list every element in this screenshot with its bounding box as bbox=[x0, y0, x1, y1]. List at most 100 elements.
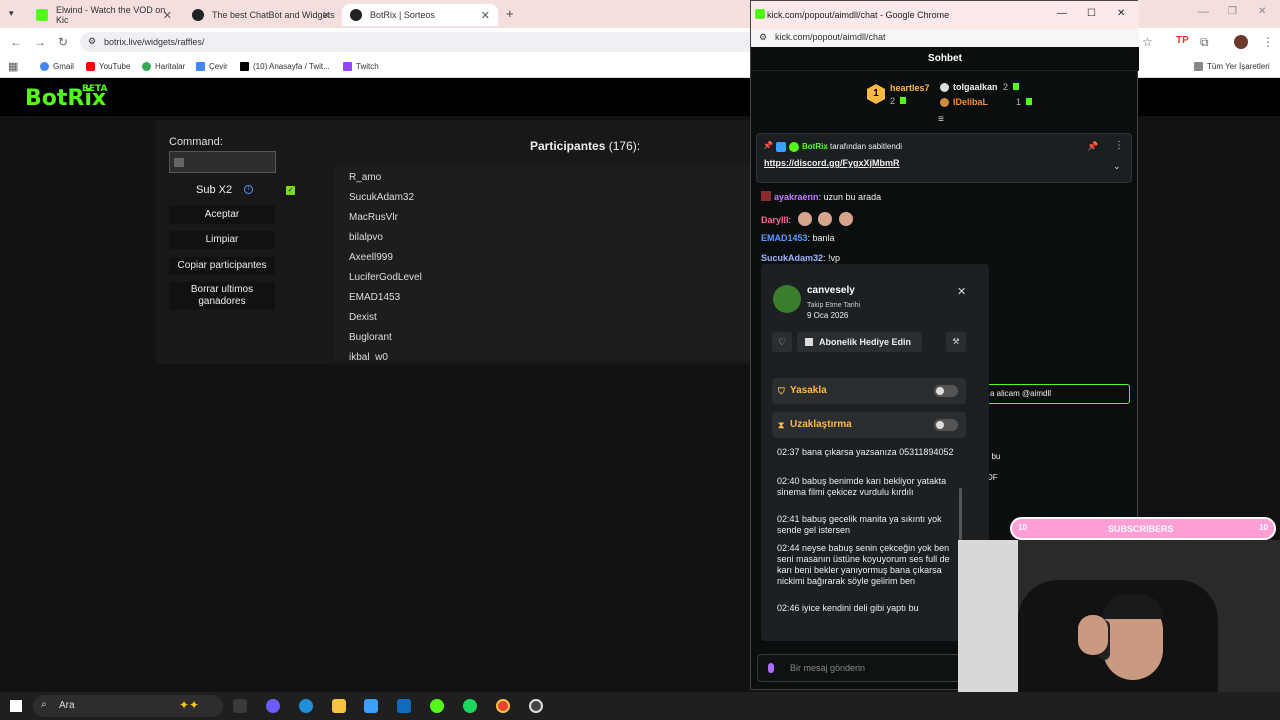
chrome-icon[interactable] bbox=[496, 699, 510, 713]
chat-text: : banla bbox=[807, 233, 835, 243]
message-history[interactable]: 02:37 bana çıkarsa yazsanıza 05311894052… bbox=[761, 448, 989, 630]
close-icon[interactable]: ✕ bbox=[957, 285, 966, 298]
chat-message[interactable]: EMAD1453: banla bbox=[761, 233, 835, 243]
site-info-icon[interactable]: ⚙ bbox=[88, 36, 96, 47]
leaderboard-name[interactable]: heartles7 bbox=[890, 83, 930, 93]
botrix-logo[interactable]: BotRix BETA bbox=[25, 84, 107, 111]
extension-icon[interactable]: TP bbox=[1176, 35, 1189, 46]
edge-icon[interactable] bbox=[299, 699, 313, 713]
webcam-person-hair bbox=[1103, 595, 1163, 619]
timeout-toggle-row[interactable]: ⧗ Uzaklaştırma bbox=[772, 412, 966, 438]
expand-icon[interactable]: ≡ bbox=[938, 114, 944, 125]
site-info-icon[interactable]: ⚙ bbox=[759, 32, 767, 43]
close-icon[interactable]: ✕ bbox=[481, 9, 490, 22]
reload-icon[interactable]: ↻ bbox=[58, 35, 68, 49]
bookmark-twitch[interactable]: Twitch bbox=[343, 62, 379, 71]
kick-app-icon[interactable] bbox=[430, 699, 444, 713]
url-text: botrix.live/widgets/raffles/ bbox=[104, 37, 205, 47]
pinned-by[interactable]: BotRix bbox=[802, 142, 828, 151]
gift-sub-button[interactable]: Abonelik Hediye Edin bbox=[797, 332, 922, 352]
chat-message[interactable]: ayakraenn: uzun bu arada bbox=[761, 191, 881, 202]
participants-title: Participantes bbox=[530, 139, 606, 153]
mod-button[interactable]: ⚒ bbox=[946, 332, 966, 352]
apps-icon[interactable]: ▦ bbox=[8, 60, 18, 73]
outlook-icon[interactable] bbox=[397, 699, 411, 713]
crown-icon bbox=[940, 98, 949, 107]
chat-message[interactable]: Darylll: bbox=[761, 212, 853, 226]
spotify-icon[interactable] bbox=[463, 699, 477, 713]
pinned-message: 📌 BotRix tarafından sabitlendi https://d… bbox=[756, 133, 1132, 183]
favorite-button[interactable]: ♡ bbox=[772, 332, 792, 352]
url-field[interactable]: ⚙ botrix.live/widgets/raffles/ bbox=[80, 32, 760, 52]
mic-icon[interactable] bbox=[768, 663, 774, 673]
raffle-panel: Command: Sub X2 i ✓ Aceptar Limpiar Copi… bbox=[156, 120, 756, 364]
new-tab-button[interactable]: + bbox=[506, 6, 514, 21]
chat-username[interactable]: ayakraenn bbox=[774, 192, 819, 202]
all-bookmarks[interactable]: Tüm Yer İşaretleri bbox=[1194, 62, 1270, 71]
ban-toggle[interactable] bbox=[934, 385, 958, 397]
restore-icon[interactable]: ❐ bbox=[1228, 6, 1237, 17]
sub-x2-checkbox[interactable]: ✓ bbox=[286, 186, 295, 195]
maximize-icon[interactable]: ☐ bbox=[1087, 8, 1096, 19]
chat-input[interactable]: Bir mesaj gönderin bbox=[757, 654, 961, 682]
task-view-icon[interactable] bbox=[233, 699, 247, 713]
delete-winners-button[interactable]: Borrar ultimos ganadores bbox=[169, 282, 275, 310]
close-icon[interactable]: ✕ bbox=[1117, 8, 1125, 19]
list-item: LuciferGodLevel bbox=[349, 272, 422, 283]
tab-chatbot[interactable]: The best ChatBot and Widgets ✕ bbox=[184, 4, 339, 26]
windows-start-icon[interactable] bbox=[10, 700, 22, 712]
tab-search-icon[interactable]: ▾ bbox=[9, 8, 14, 19]
clear-button[interactable]: Limpiar bbox=[169, 231, 275, 249]
chevron-down-icon[interactable]: ⌄ bbox=[1113, 161, 1121, 172]
leaderboard-name[interactable]: IDelibaL bbox=[953, 97, 988, 107]
bookmark-gmail[interactable]: Gmail bbox=[40, 62, 74, 71]
chat-username[interactable]: Darylll bbox=[761, 215, 789, 225]
back-icon[interactable]: ← bbox=[10, 35, 22, 49]
history-message: 02:44 neyse babuş senin çekceğin yok ben… bbox=[777, 543, 950, 586]
chat-username[interactable]: SucukAdam32 bbox=[761, 253, 823, 263]
obs-icon[interactable] bbox=[529, 699, 543, 713]
user-card-username[interactable]: canvesely bbox=[807, 285, 855, 296]
user-card: canvesely Takip Etme Tarihi 9 Oca 2026 ✕… bbox=[761, 264, 989, 641]
menu-icon[interactable]: ⋮ bbox=[1262, 35, 1274, 49]
highlighted-message[interactable]: a alicam @aimdll bbox=[987, 384, 1130, 404]
more-icon[interactable]: ⋮ bbox=[1114, 140, 1124, 151]
store-icon[interactable] bbox=[364, 699, 378, 713]
copilot-icon[interactable] bbox=[266, 699, 280, 713]
participants-list[interactable]: R_amo SucukAdam32 MacRusVlr bilalpvo Axe… bbox=[334, 165, 754, 361]
botrix-icon bbox=[350, 9, 362, 21]
minimize-icon[interactable]: — bbox=[1198, 6, 1209, 18]
accept-button[interactable]: Aceptar bbox=[169, 206, 275, 224]
profile-avatar[interactable] bbox=[1234, 35, 1248, 49]
close-window-icon[interactable]: ✕ bbox=[1258, 6, 1266, 17]
chat-text: : !vp bbox=[823, 253, 841, 263]
gift-icon bbox=[900, 97, 906, 104]
taskbar-search[interactable]: ⌕ Ara ✦✦ bbox=[33, 695, 223, 717]
tab-elwind[interactable]: Elwind - Watch the VOD on Kic ✕ bbox=[28, 4, 180, 26]
timeout-toggle[interactable] bbox=[934, 419, 958, 431]
tab-botrix-sorteos[interactable]: BotRix | Sorteos ✕ bbox=[342, 4, 498, 26]
command-input[interactable] bbox=[169, 151, 276, 173]
copy-participants-button[interactable]: Copiar participantes bbox=[169, 257, 275, 275]
info-icon[interactable]: i bbox=[244, 185, 253, 194]
avatar[interactable] bbox=[773, 285, 801, 313]
close-icon[interactable]: ✕ bbox=[322, 9, 331, 22]
close-icon[interactable]: ✕ bbox=[163, 9, 172, 22]
chat-username[interactable]: EMAD1453 bbox=[761, 233, 808, 243]
gift-icon bbox=[1013, 83, 1019, 90]
leaderboard-name[interactable]: tolgaalkan bbox=[953, 82, 998, 92]
bookmark-youtube[interactable]: YouTube bbox=[86, 62, 130, 71]
bookmark-star-icon[interactable]: ☆ bbox=[1142, 35, 1153, 49]
pinned-link[interactable]: https://discord.gg/FygxXjMbmR bbox=[764, 158, 900, 168]
bookmark-maps[interactable]: Haritalar bbox=[142, 62, 185, 71]
chat-message[interactable]: SucukAdam32: !vp bbox=[761, 253, 840, 263]
unpin-icon[interactable]: 📌 bbox=[1087, 141, 1098, 152]
bookmark-twitter[interactable]: (10) Anasayfa / Twit... bbox=[240, 62, 330, 71]
forward-icon[interactable]: → bbox=[34, 35, 46, 49]
bookmark-translate[interactable]: Çevir bbox=[196, 62, 228, 71]
minimize-icon[interactable]: — bbox=[1057, 8, 1067, 19]
tab-title: BotRix | Sorteos bbox=[370, 10, 435, 20]
ban-toggle-row[interactable]: ⛉ Yasakla bbox=[772, 378, 966, 404]
file-explorer-icon[interactable] bbox=[332, 699, 346, 713]
extensions-puzzle-icon[interactable]: ⧉ bbox=[1200, 35, 1209, 50]
